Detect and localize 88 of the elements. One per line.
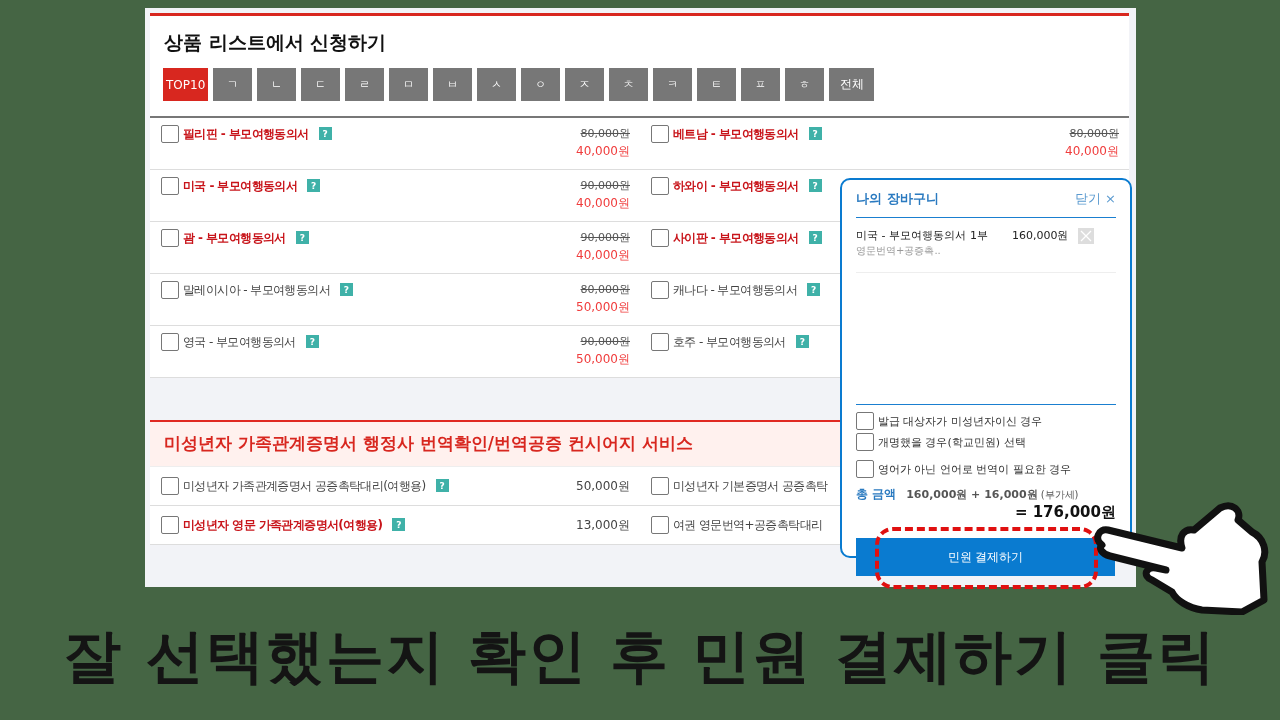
letter-tab[interactable]: ㅌ bbox=[697, 68, 737, 101]
help-icon[interactable]: ? bbox=[795, 335, 809, 348]
checkbox[interactable] bbox=[161, 477, 179, 495]
product-name[interactable]: 영국 - 부모여행동의서 bbox=[183, 334, 296, 351]
cart-title: 나의 장바구니 bbox=[856, 190, 939, 208]
letter-tab[interactable]: ㅈ bbox=[565, 68, 605, 101]
letter-tab[interactable]: ㄴ bbox=[257, 68, 297, 101]
sale-price: 40,000원 bbox=[1065, 143, 1119, 160]
checkbox[interactable] bbox=[161, 177, 179, 195]
letter-tab[interactable]: ㅍ bbox=[741, 68, 781, 101]
total-label: 총 금액 bbox=[856, 486, 897, 503]
help-icon[interactable]: ? bbox=[318, 127, 332, 140]
product-name[interactable]: 미국 - 부모여행동의서 bbox=[183, 178, 298, 195]
letter-tab[interactable]: ㅋ bbox=[653, 68, 693, 101]
letter-tab[interactable]: ㅅ bbox=[477, 68, 517, 101]
checkbox[interactable] bbox=[856, 412, 874, 430]
checkbox[interactable] bbox=[651, 281, 669, 299]
help-icon[interactable]: ? bbox=[808, 127, 822, 140]
checkbox[interactable] bbox=[651, 229, 669, 247]
old-price: 90,000원 bbox=[580, 178, 630, 193]
total-amount: = 176,000원 bbox=[1013, 503, 1116, 522]
help-icon[interactable]: ? bbox=[295, 231, 309, 244]
old-price: 80,000원 bbox=[1069, 126, 1119, 141]
product-name[interactable]: 필리핀 - 부모여행동의서 bbox=[183, 126, 309, 143]
letter-tab[interactable]: ㅊ bbox=[609, 68, 649, 101]
product-name[interactable]: 호주 - 부모여행동의서 bbox=[673, 334, 786, 351]
checkbox[interactable] bbox=[856, 460, 874, 478]
old-price: 90,000원 bbox=[580, 230, 630, 245]
letter-tab[interactable]: TOP10 bbox=[163, 68, 209, 101]
letter-tab[interactable]: ㄹ bbox=[345, 68, 385, 101]
help-icon[interactable]: ? bbox=[808, 179, 822, 192]
close-icon bbox=[1080, 230, 1092, 242]
old-price: 80,000원 bbox=[580, 282, 630, 297]
help-icon[interactable]: ? bbox=[808, 231, 822, 244]
sale-price: 50,000원 bbox=[576, 351, 630, 368]
cart-item-option: 영문번역+공증촉.. bbox=[856, 244, 1098, 258]
letter-tab[interactable]: ㄷ bbox=[301, 68, 341, 101]
sale-price: 50,000원 bbox=[576, 299, 630, 316]
sale-price: 40,000원 bbox=[576, 247, 630, 264]
product-name[interactable]: 여권 영문번역+공증촉탁대리 bbox=[673, 517, 823, 534]
caption: 잘 선택했는지 확인 후 민원 결제하기 클릭 bbox=[62, 621, 1218, 692]
help-icon[interactable]: ? bbox=[339, 283, 353, 296]
help-icon[interactable]: ? bbox=[307, 179, 321, 192]
section-title: 상품 리스트에서 신청하기 bbox=[163, 30, 388, 55]
cart-item-quantity: 1부 bbox=[970, 228, 989, 244]
vat-note: (부가세) bbox=[1040, 488, 1079, 502]
help-icon[interactable]: ? bbox=[435, 479, 449, 492]
product-name[interactable]: 말레이시아 - 부모여행동의서 bbox=[183, 282, 330, 299]
price: 13,000원 bbox=[576, 517, 630, 534]
letter-tab[interactable]: 전체 bbox=[829, 68, 875, 101]
close-link[interactable]: 닫기 × bbox=[1074, 190, 1116, 208]
total-calculation: 160,000원 + 16,000원 bbox=[906, 487, 1038, 502]
checkbox[interactable] bbox=[161, 333, 179, 351]
option-label: 개명했을 경우(학교민원) 선택 bbox=[878, 435, 1026, 450]
checkbox[interactable] bbox=[651, 333, 669, 351]
product-name[interactable]: 베트남 - 부모여행동의서 bbox=[673, 126, 799, 143]
product-name[interactable]: 캐나다 - 부모여행동의서 bbox=[673, 282, 798, 299]
checkbox[interactable] bbox=[856, 433, 874, 451]
help-icon[interactable]: ? bbox=[392, 518, 406, 531]
checkbox[interactable] bbox=[161, 229, 179, 247]
product-name[interactable]: 미성년자 가족관계증명서 공증촉탁대리(여행용) bbox=[183, 478, 426, 495]
checkbox[interactable] bbox=[651, 477, 669, 495]
product-name[interactable]: 하와이 - 부모여행동의서 bbox=[673, 178, 799, 195]
price: 50,000원 bbox=[576, 478, 630, 495]
letter-tab[interactable]: ㅁ bbox=[389, 68, 429, 101]
help-icon[interactable]: ? bbox=[807, 283, 821, 296]
letter-tab[interactable]: ㅇ bbox=[521, 68, 561, 101]
cart-item-price: 160,000원 bbox=[1012, 228, 1070, 244]
checkbox[interactable] bbox=[651, 177, 669, 195]
sale-price: 40,000원 bbox=[576, 195, 630, 212]
pay-button[interactable]: 민원 결제하기 bbox=[856, 538, 1115, 576]
sale-price: 40,000원 bbox=[576, 143, 630, 160]
letter-tab[interactable]: ㅂ bbox=[433, 68, 473, 101]
product-name[interactable]: 사이판 - 부모여행동의서 bbox=[673, 230, 799, 247]
cart-item-name: 미국 - 부모여행동의서 bbox=[856, 228, 966, 244]
checkbox[interactable] bbox=[161, 281, 179, 299]
product-name[interactable]: 미성년자 영문 가족관계증명서(여행용) bbox=[183, 517, 383, 534]
letter-tab[interactable]: ㅎ bbox=[785, 68, 825, 101]
product-name[interactable]: 괌 - 부모여행동의서 bbox=[183, 230, 286, 247]
old-price: 80,000원 bbox=[580, 126, 630, 141]
letter-tab[interactable]: ㄱ bbox=[213, 68, 253, 101]
checkbox[interactable] bbox=[161, 125, 179, 143]
old-price: 90,000원 bbox=[580, 334, 630, 349]
checkbox[interactable] bbox=[651, 125, 669, 143]
help-icon[interactable]: ? bbox=[305, 335, 319, 348]
product-name[interactable]: 미성년자 기본증명서 공증촉탁 bbox=[673, 478, 828, 495]
checkbox[interactable] bbox=[651, 516, 669, 534]
checkbox[interactable] bbox=[161, 516, 179, 534]
